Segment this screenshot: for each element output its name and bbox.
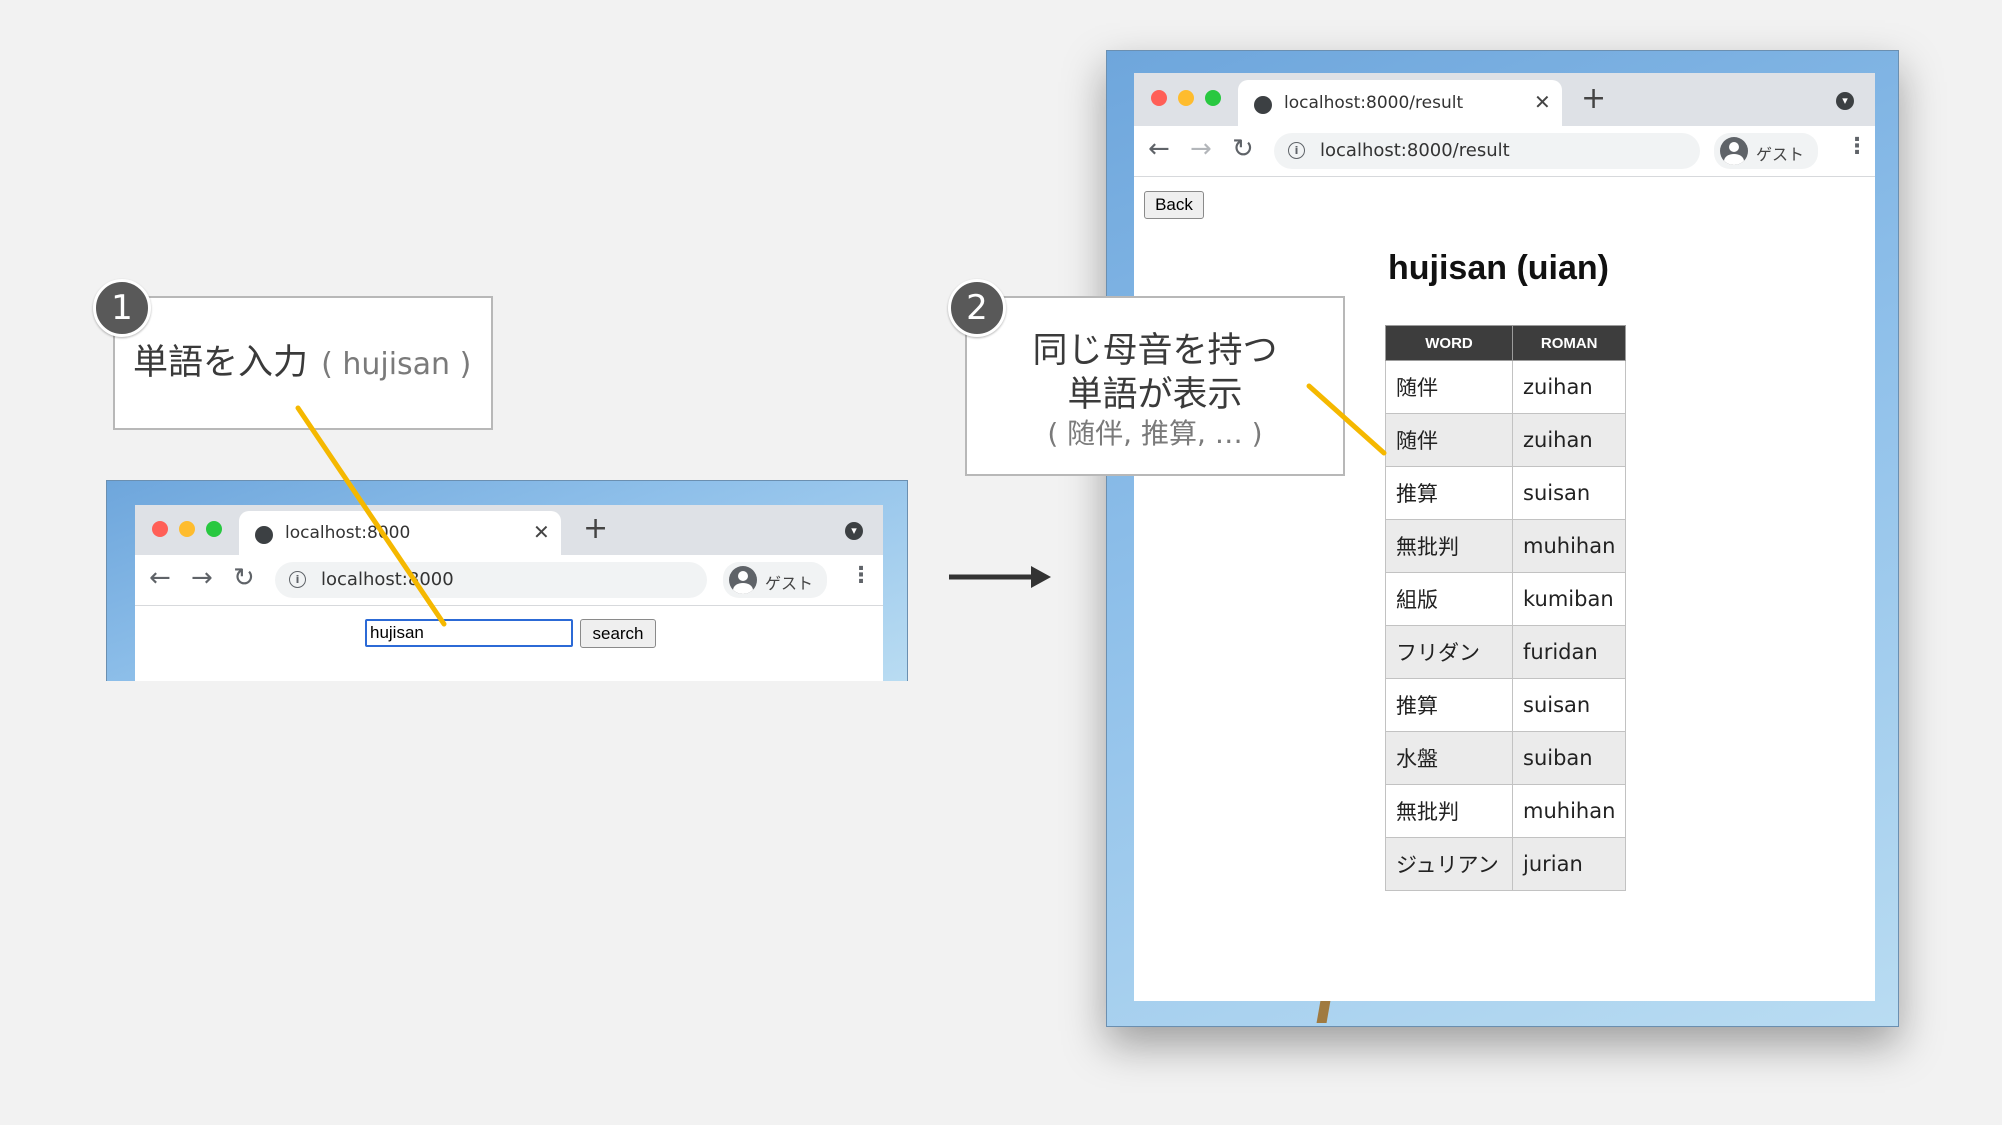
step2-connector-line: [1306, 383, 1387, 456]
